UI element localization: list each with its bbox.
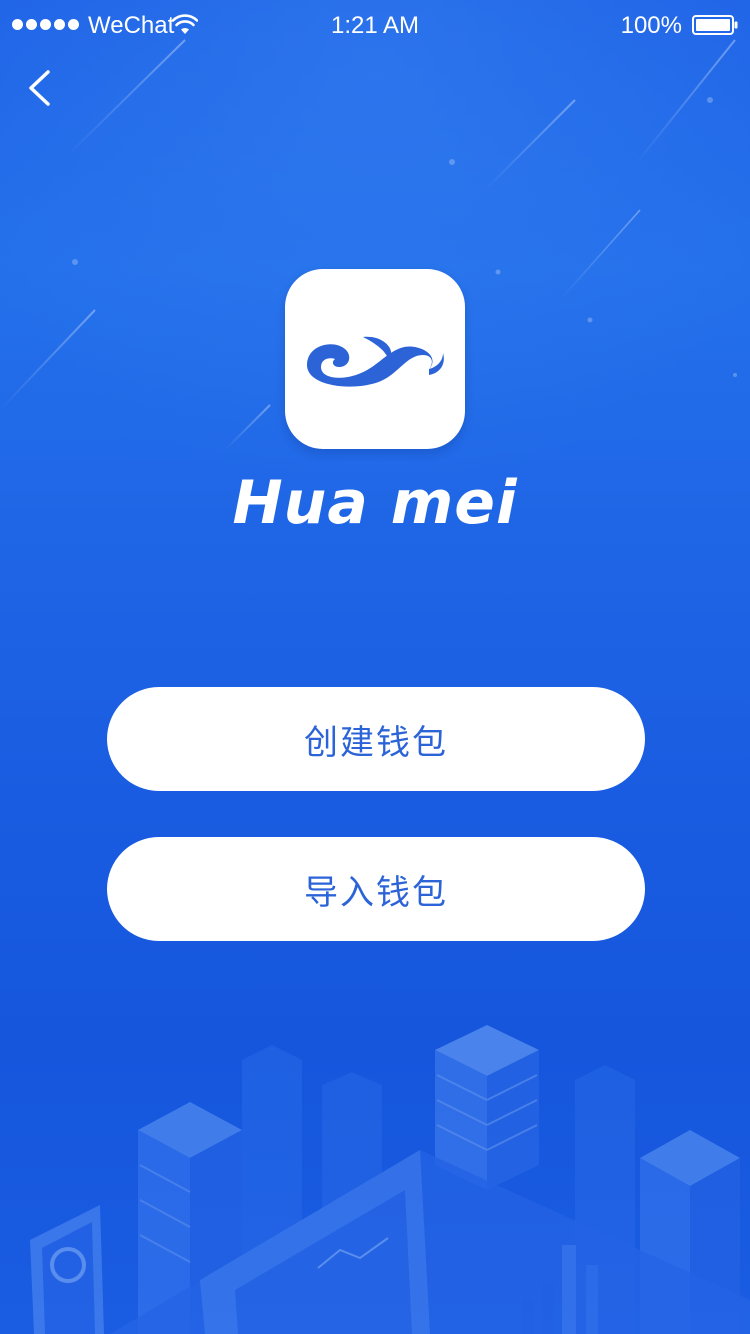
background-illustration [0,0,750,1334]
create-wallet-button[interactable]: 创建钱包 [107,687,645,791]
create-wallet-label: 创建钱包 [304,722,448,763]
app-logo [285,269,465,449]
wave-logo-icon [307,336,444,387]
import-wallet-button[interactable]: 导入钱包 [107,837,645,941]
back-button[interactable] [18,62,64,114]
import-wallet-label: 导入钱包 [304,872,448,913]
battery-icon [692,15,738,35]
status-bar: WeChat 1:21 AM 100% [0,0,750,52]
battery-percentage: 100% [620,12,682,39]
chevron-left-icon [29,70,50,106]
app-name: Hua mei [232,468,518,538]
